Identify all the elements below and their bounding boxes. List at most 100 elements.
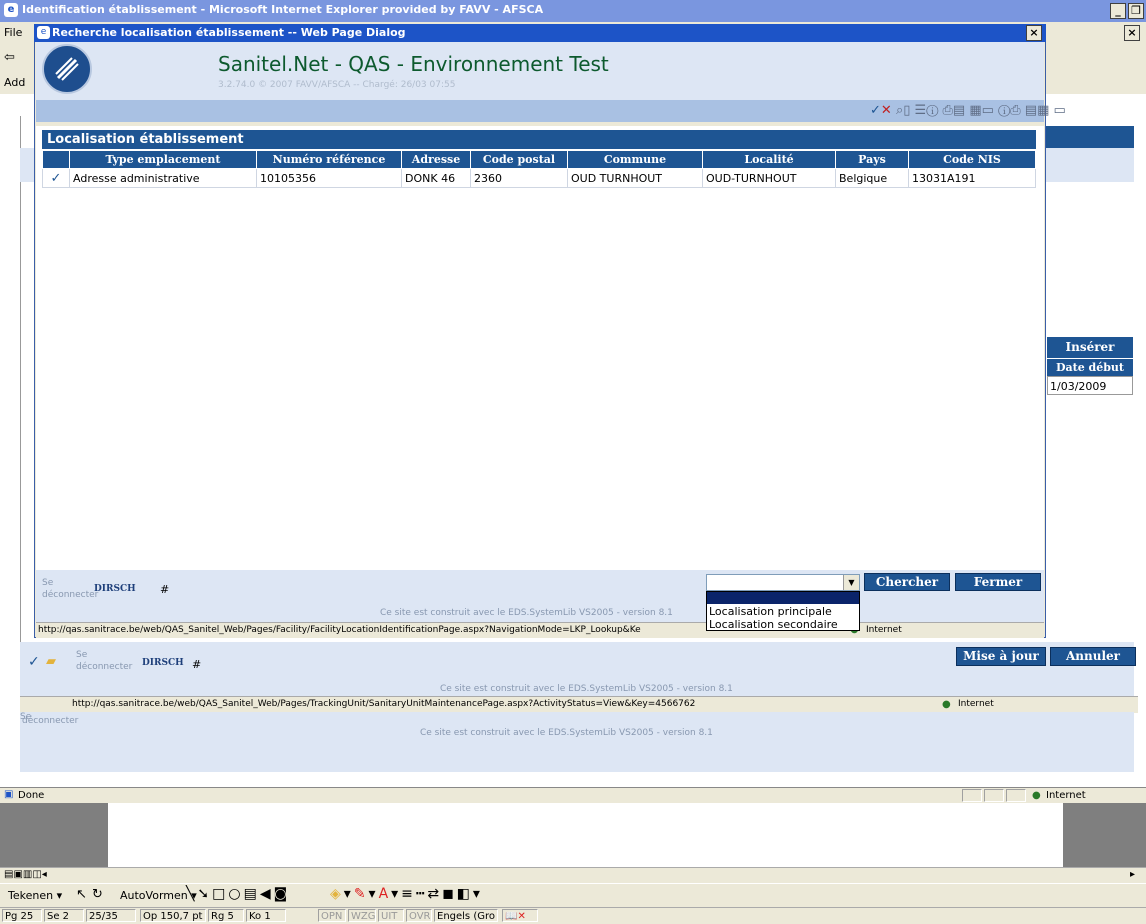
- dropdown-option-secondaire[interactable]: Localisation secondaire: [709, 618, 838, 631]
- col-address[interactable]: Adresse: [401, 150, 471, 169]
- dropdown-option-principale[interactable]: Localisation principale: [709, 605, 832, 618]
- color-tools-icon[interactable]: ◈▾✎▾A▾≡┅⇄◼◧▾: [330, 886, 483, 902]
- panel-title: Localisation établissement: [42, 130, 1036, 149]
- dialog-footer-text: Ce site est construit avec le EDS.System…: [380, 608, 673, 618]
- shape-tools-icon[interactable]: ╲➘□○▤◀◙: [186, 886, 290, 902]
- word-status-wzg[interactable]: WZG: [348, 909, 376, 922]
- col-commune[interactable]: Commune: [567, 150, 703, 169]
- col-country[interactable]: Pays: [835, 150, 909, 169]
- window-icon[interactable]: ▭: [982, 103, 994, 118]
- update-button[interactable]: Mise à jour: [956, 647, 1046, 666]
- save-icon-2[interactable]: ▤: [1025, 103, 1037, 118]
- dialog-title: Recherche localisation établissement -- …: [52, 26, 406, 39]
- dialog-close-icon[interactable]: ×: [1026, 25, 1042, 41]
- insert-button[interactable]: Insérer: [1047, 337, 1133, 358]
- export-icon-2[interactable]: ▦: [1037, 103, 1049, 118]
- export-icon[interactable]: ▦: [969, 103, 981, 118]
- logout-link-2[interactable]: déconnecter: [76, 662, 132, 672]
- ie-status-zone: Internet: [1046, 790, 1086, 801]
- ie-minimize-icon[interactable]: _: [1110, 3, 1126, 19]
- sanitel-logo-icon: [42, 44, 92, 94]
- word-status-opn[interactable]: OPN: [318, 909, 346, 922]
- date-debut-header: Date début: [1047, 359, 1133, 376]
- location-type-select[interactable]: ▼: [706, 574, 860, 591]
- info-icon[interactable]: ⓘ: [926, 103, 938, 118]
- word-statusbar: Pg 25 Se 2 25/35 Op 150,7 pt Rg 5 Ko 1 O…: [0, 907, 1146, 924]
- table-row[interactable]: ✓ Adresse administrative 10105356 DONK 4…: [42, 168, 1036, 188]
- logout-link-1[interactable]: Se: [76, 650, 87, 660]
- search-button[interactable]: Chercher: [864, 573, 950, 591]
- cell-address: DONK 46: [401, 168, 471, 188]
- cell-locality: OUD-TURNHOUT: [702, 168, 836, 188]
- bg-hash: #: [192, 658, 202, 671]
- folder-icon: ▰: [46, 654, 56, 669]
- cell-commune: OUD TURNHOUT: [567, 168, 703, 188]
- window-icon-2[interactable]: ▭: [1054, 103, 1066, 118]
- word-status-page: Pg 25: [2, 909, 42, 922]
- document-icon[interactable]: ▯: [903, 103, 910, 118]
- col-reference[interactable]: Numéro référence: [256, 150, 402, 169]
- dropdown-option-empty[interactable]: [707, 592, 859, 604]
- view-buttons-icon[interactable]: ▤▣▥◫◂: [4, 869, 47, 880]
- col-type[interactable]: Type emplacement: [69, 150, 257, 169]
- bg-status-zone: Internet: [958, 699, 994, 709]
- cancel-icon[interactable]: ✕: [881, 103, 892, 118]
- cell-reference: 10105356: [256, 168, 402, 188]
- col-nis[interactable]: Code NIS: [908, 150, 1036, 169]
- location-table: Type emplacement Numéro référence Adress…: [42, 150, 1036, 188]
- print-icon[interactable]: ⎙: [942, 103, 952, 118]
- dialog-status-url: http://qas.sanitrace.be/web/QAS_Sanitel_…: [38, 625, 641, 635]
- cell-postal: 2360: [470, 168, 568, 188]
- rotate-icon[interactable]: ↻: [92, 887, 103, 902]
- cell-nis: 13031A191: [908, 168, 1036, 188]
- outer-logout-2[interactable]: déconnecter: [22, 716, 78, 726]
- dialog-statusbar: http://qas.sanitrace.be/web/QAS_Sanitel_…: [36, 622, 1044, 638]
- row-check-icon[interactable]: ✓: [42, 168, 70, 188]
- col-locality[interactable]: Localité: [702, 150, 836, 169]
- ie-titlebar[interactable]: e Identification établissement - Microso…: [0, 0, 1146, 22]
- globe-icon: ●: [942, 699, 951, 710]
- word-status-uit[interactable]: UIT: [378, 909, 404, 922]
- table-header-row: Type emplacement Numéro référence Adress…: [42, 150, 1036, 169]
- bg-frame-status: http://qas.sanitrace.be/web/QAS_Sanitel_…: [20, 696, 1138, 713]
- draw-menu[interactable]: Tekenen ▾: [8, 889, 62, 902]
- spelling-check-icon[interactable]: 📖✕: [502, 909, 538, 922]
- menu-file[interactable]: File: [4, 26, 22, 39]
- ie-statusbar: ▣ Done ● Internet: [0, 787, 1146, 804]
- col-select: [42, 150, 70, 169]
- dialog-logout-1[interactable]: Se: [42, 578, 53, 588]
- close-button[interactable]: Fermer: [955, 573, 1041, 591]
- bg-user-name: DIRSCH: [142, 658, 184, 668]
- toolbar-icons: ✓✕ ⌕▯ ☰ⓘ ⎙▤ ▦▭ ⓘ⎙ ▤▦ ▭: [870, 103, 1066, 118]
- list-icon[interactable]: ☰: [915, 103, 927, 118]
- ie-status-done: Done: [18, 790, 45, 801]
- ie-title: Identification établissement - Microsoft…: [22, 3, 544, 16]
- print-icon-2[interactable]: ⎙: [1010, 103, 1020, 118]
- scroll-right-icon[interactable]: ▸: [1130, 869, 1135, 880]
- word-status-ovr[interactable]: OVR: [406, 909, 432, 922]
- dialog-titlebar[interactable]: e Recherche localisation établissement -…: [34, 24, 1046, 42]
- done-page-icon: ▣: [4, 789, 14, 800]
- validate-icon[interactable]: ✓: [870, 103, 881, 118]
- location-type-dropdown: Localisation principale Localisation sec…: [706, 591, 860, 631]
- outer-footer: Se Ce site est construit avec le EDS.Sys…: [20, 712, 1134, 772]
- ie-restore-icon[interactable]: ❐: [1128, 3, 1144, 19]
- info-icon-2[interactable]: ⓘ: [998, 103, 1010, 118]
- save-icon[interactable]: ▤: [953, 103, 965, 118]
- dialog-logout-2[interactable]: déconnecter: [42, 590, 98, 600]
- dialog-status-zone: Internet: [866, 625, 902, 635]
- dialog-ie-icon: e: [37, 26, 50, 39]
- cell-type: Adresse administrative: [69, 168, 257, 188]
- word-status-language: Engels (Gro: [434, 909, 498, 922]
- bg-status-url: http://qas.sanitrace.be/web/QAS_Sanitel_…: [72, 699, 696, 709]
- ie-close-icon[interactable]: ×: [1124, 25, 1140, 41]
- cancel-button[interactable]: Annuler: [1050, 647, 1136, 666]
- word-drawing-toolbar: Tekenen ▾ ↖ ↻ AutoVormen ▾ ╲➘□○▤◀◙ ◈▾✎▾A…: [0, 883, 1146, 908]
- dialog-content: [36, 126, 1044, 570]
- col-postal[interactable]: Code postal: [470, 150, 568, 169]
- app-version: 3.2.74.0 © 2007 FAVV/AFSCA -- Chargé: 26…: [218, 80, 456, 90]
- back-icon[interactable]: ⇦: [4, 50, 15, 65]
- select-arrow-icon[interactable]: ↖: [76, 887, 87, 902]
- date-debut-value: 1/03/2009: [1047, 376, 1133, 395]
- chevron-down-icon[interactable]: ▼: [843, 575, 859, 590]
